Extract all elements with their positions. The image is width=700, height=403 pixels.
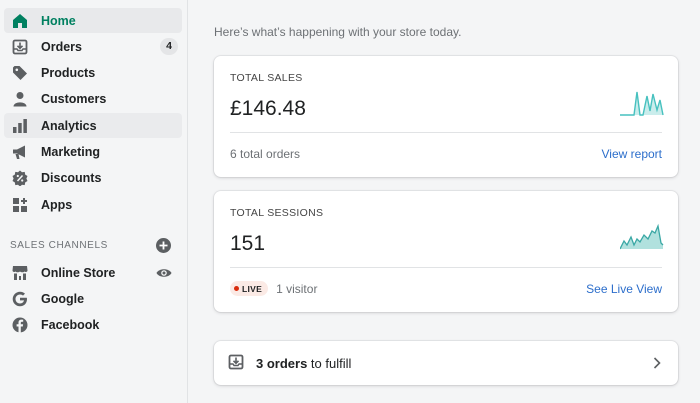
total-orders-text: 6 total orders: [230, 147, 301, 161]
see-live-view-link[interactable]: See Live View: [586, 282, 662, 296]
page-subtitle: Here’s what’s happening with your store …: [214, 25, 462, 39]
fulfill-suffix: to fulfill: [307, 356, 352, 371]
total-sales-value: £146.48: [230, 97, 306, 120]
sidebar-item-label: Marketing: [41, 145, 101, 159]
live-dot-icon: [234, 286, 239, 291]
total-sales-label: TOTAL SALES: [230, 72, 303, 84]
person-icon: [11, 90, 29, 108]
bar-chart-icon: [11, 117, 29, 135]
sidebar-item-label: Apps: [41, 198, 73, 212]
view-report-link[interactable]: View report: [602, 147, 662, 161]
sessions-sparkline: [620, 223, 664, 250]
sidebar-item-label: Facebook: [41, 318, 100, 332]
plus-icon: [159, 241, 168, 250]
total-sessions-value: 151: [230, 232, 266, 255]
tag-icon: [11, 64, 29, 82]
card-divider: [230, 132, 662, 133]
store-icon: [11, 264, 29, 282]
chevron-right-icon: [652, 356, 662, 370]
sidebar-item-label: Home: [41, 14, 76, 28]
sidebar-item-marketing[interactable]: Marketing: [4, 139, 182, 164]
add-sales-channel-button[interactable]: [156, 238, 171, 253]
sidebar-item-facebook[interactable]: Facebook: [4, 312, 182, 337]
sidebar-item-label: Analytics: [41, 119, 97, 133]
orders-count-badge: 4: [160, 38, 178, 55]
live-label: LIVE: [242, 283, 263, 294]
total-sessions-card: TOTAL SESSIONS 151 LIVE 1 visitor See Li…: [214, 191, 678, 312]
discount-icon: [11, 169, 29, 187]
visitor-count: 1 visitor: [276, 281, 318, 296]
total-sessions-label: TOTAL SESSIONS: [230, 207, 324, 219]
sales-sparkline: [620, 91, 664, 116]
sidebar-item-apps[interactable]: Apps: [4, 192, 182, 217]
home-icon: [11, 12, 29, 30]
sidebar-item-label: Orders: [41, 40, 82, 54]
orders-count: 3 orders: [256, 356, 308, 371]
total-sales-card: TOTAL SALES £146.48 6 total orders View …: [214, 56, 678, 177]
orders-icon: [228, 354, 244, 370]
sidebar-item-analytics[interactable]: Analytics: [4, 113, 182, 138]
live-visitors: LIVE 1 visitor: [230, 281, 317, 296]
sidebar-item-label: Products: [41, 66, 96, 80]
megaphone-icon: [11, 143, 29, 161]
sidebar-item-discounts[interactable]: Discounts: [4, 165, 182, 190]
facebook-icon: [11, 316, 29, 334]
sidebar-item-label: Discounts: [41, 171, 102, 185]
live-badge: LIVE: [230, 281, 269, 296]
sidebar-item-online-store[interactable]: Online Store: [4, 260, 182, 285]
sales-channels-heading: SALES CHANNELS: [10, 240, 108, 251]
sidebar-item-label: Online Store: [41, 266, 116, 280]
sidebar-item-label: Customers: [41, 92, 107, 106]
sidebar-item-google[interactable]: Google: [4, 286, 182, 311]
sidebar: Home Orders 4 Products Customers Analyti…: [0, 0, 188, 403]
google-icon: [11, 290, 29, 308]
view-store-eye-icon[interactable]: [156, 265, 172, 281]
sidebar-item-customers[interactable]: Customers: [4, 86, 182, 111]
card-divider: [230, 267, 662, 268]
sidebar-item-label: Google: [41, 292, 85, 306]
sidebar-item-products[interactable]: Products: [4, 60, 182, 85]
apps-icon: [11, 196, 29, 214]
orders-to-fulfill-text: 3 orders to fulfill: [256, 356, 351, 371]
main-content: Here’s what’s happening with your store …: [189, 0, 700, 403]
sidebar-item-home[interactable]: Home: [4, 8, 182, 33]
orders-icon: [11, 38, 29, 56]
sidebar-item-orders[interactable]: Orders 4: [4, 34, 182, 59]
orders-to-fulfill-card[interactable]: 3 orders to fulfill: [214, 341, 678, 385]
